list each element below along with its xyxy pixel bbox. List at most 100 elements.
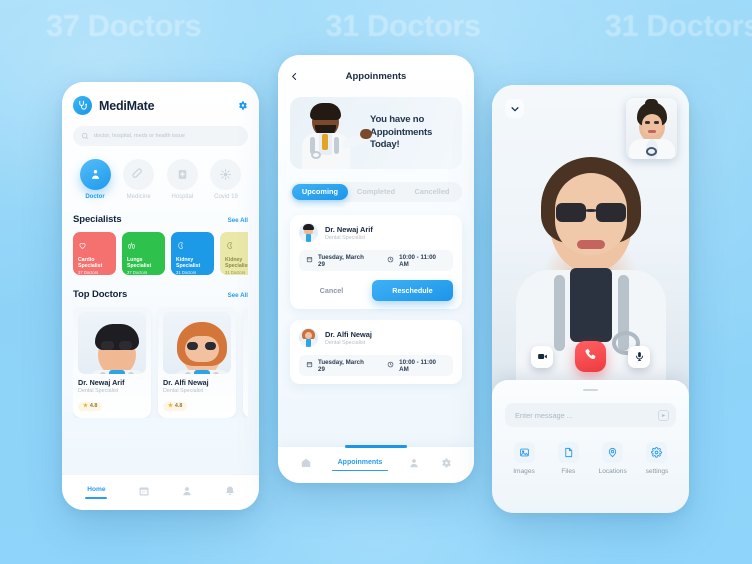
- gear-icon: [440, 456, 452, 474]
- doctor-specialty: Dental Specialist: [78, 388, 119, 394]
- rating-badge: ★ 4.8: [78, 401, 103, 411]
- kidney-icon: [176, 237, 210, 255]
- appointment-tabs: Upcoming Completed Cancelled: [290, 182, 462, 202]
- video-camera-icon[interactable]: [531, 345, 553, 368]
- gear-icon: [646, 442, 668, 463]
- specialist-card[interactable]: Cardio Specialist 37 Doctors: [73, 232, 116, 275]
- specialist-title: Lungs Specialist: [127, 257, 152, 270]
- action-label: Locations: [598, 468, 627, 475]
- doctor-card[interactable]: Dr. Newaj Arif Dental Specialist ★ 4.8: [73, 307, 151, 418]
- watermark-text-1: 37 Doctors: [46, 8, 202, 43]
- specialist-count: 31 Doctors: [176, 270, 197, 275]
- appointment-datetime: Tuesday, March 29 10:00 - 11:00 AM: [299, 250, 453, 271]
- nav-item-profile[interactable]: [408, 456, 420, 474]
- specialists-see-all[interactable]: See All: [228, 217, 248, 224]
- empty-state-banner: You have no Appointments Today!: [290, 97, 462, 169]
- tab-upcoming[interactable]: Upcoming: [292, 184, 348, 200]
- category-row: Doctor Medicine Hospital Covid 19: [73, 159, 248, 200]
- category-covid[interactable]: Covid 19: [206, 159, 246, 200]
- action-images[interactable]: Images: [507, 442, 541, 475]
- chevron-left-icon[interactable]: [290, 72, 308, 81]
- category-hospital[interactable]: Hospital: [162, 159, 202, 200]
- gear-icon[interactable]: [237, 100, 248, 111]
- nav-label: Appoinments: [337, 458, 383, 466]
- clock-icon: [387, 256, 394, 265]
- specialist-count: 31 Doctors: [225, 270, 246, 275]
- microphone-icon[interactable]: [628, 345, 650, 368]
- nav-item-appointments[interactable]: Appoinments: [332, 458, 388, 472]
- appointment-time: 10:00 - 11:00 AM: [399, 358, 436, 373]
- drag-handle[interactable]: [583, 389, 598, 391]
- active-underline: [332, 469, 388, 472]
- action-locations[interactable]: Locations: [596, 442, 630, 475]
- specialist-card[interactable]: Kidney Specialist 31 Doctors: [220, 232, 248, 275]
- app-title: MediMate: [99, 98, 155, 113]
- specialist-card[interactable]: Kidney Specialist 31 Doctors: [171, 232, 214, 275]
- action-files[interactable]: Files: [551, 442, 585, 475]
- doctor-specialty: Dental Specialist: [163, 388, 204, 394]
- rating-value: 4.8: [89, 403, 98, 409]
- appointment-specialty: Dental Specialist: [325, 234, 366, 241]
- message-input[interactable]: Enter message ...: [505, 403, 676, 427]
- cancel-button[interactable]: Cancel: [299, 280, 364, 301]
- appointment-time: 10:00 - 11:00 AM: [399, 253, 436, 268]
- nav-item-home[interactable]: Home: [85, 486, 108, 499]
- search-input[interactable]: doctor, hospital, meds or health issue: [73, 126, 248, 146]
- doctor-card[interactable]: Dr. N Dental ★ 4.8: [243, 307, 248, 418]
- specialist-card[interactable]: Lungs Specialist 37 Doctors: [122, 232, 165, 275]
- send-icon[interactable]: [658, 409, 669, 421]
- watermark-text-2: 31 Doctors: [325, 8, 481, 43]
- doctor-icon: [79, 159, 111, 190]
- quick-actions: Images Files Locations settings: [505, 442, 676, 475]
- image-icon: [513, 442, 535, 463]
- self-video-feed[interactable]: [626, 98, 677, 159]
- appointment-date: Tuesday, March 29: [318, 358, 364, 373]
- active-tab-indicator: [345, 445, 407, 448]
- nav-item-notifications[interactable]: [224, 484, 236, 502]
- specialist-count: 37 Doctors: [127, 270, 148, 275]
- home-bottom-nav: Home: [62, 474, 259, 510]
- tab-cancelled[interactable]: Cancelled: [404, 184, 460, 200]
- action-label: Images: [513, 468, 535, 475]
- nav-item-profile[interactable]: [181, 484, 193, 502]
- calendar-icon: [138, 484, 150, 502]
- location-pin-icon: [602, 442, 624, 463]
- category-medicine[interactable]: Medicine: [119, 159, 159, 200]
- calendar-icon: [306, 256, 313, 265]
- message-placeholder: Enter message ...: [515, 410, 573, 420]
- appointments-bottom-nav: Appoinments: [278, 445, 474, 483]
- avatar: [299, 328, 318, 347]
- specialists-header: Specialists See All: [73, 214, 248, 225]
- top-doctors-see-all[interactable]: See All: [228, 292, 248, 299]
- category-label: Hospital: [171, 194, 194, 200]
- bell-icon: [224, 484, 236, 502]
- calendar-icon: [306, 361, 313, 370]
- category-doctor[interactable]: Doctor: [75, 159, 115, 200]
- doctor-name: Dr. Alfi Newaj: [163, 378, 209, 387]
- reschedule-button[interactable]: Reschedule: [371, 280, 453, 301]
- avatar: [78, 312, 146, 374]
- end-call-button[interactable]: [575, 341, 606, 372]
- nav-label: Home: [87, 486, 106, 494]
- nav-item-home[interactable]: [300, 456, 312, 474]
- nav-item-settings[interactable]: [440, 456, 452, 474]
- file-icon: [557, 442, 579, 463]
- action-label: Files: [561, 468, 576, 475]
- action-settings[interactable]: settings: [640, 442, 674, 475]
- appointment-specialty: Dental Specialist: [325, 339, 366, 346]
- active-underline: [85, 497, 108, 499]
- search-icon: [81, 127, 89, 145]
- appointment-doctor-name: Dr. Newaj Arif: [325, 224, 373, 234]
- nav-item-calendar[interactable]: [138, 484, 150, 502]
- doctor-card[interactable]: Dr. Alfi Newaj Dental Specialist ★ 4.8: [158, 307, 236, 418]
- stethoscope-icon: [73, 96, 92, 115]
- appointment-card: Dr. Newaj Arif Dental Specialist Tuesday…: [290, 215, 462, 309]
- tab-completed[interactable]: Completed: [348, 184, 404, 200]
- appointments-phone-screen: Appoinments You have no Appointments Tod…: [278, 55, 474, 483]
- chevron-down-icon[interactable]: [505, 99, 524, 118]
- appointment-date: Tuesday, March 29: [318, 253, 364, 268]
- person-icon: [181, 484, 193, 502]
- category-label: Covid 19: [214, 194, 238, 200]
- chat-sheet: Enter message ... Images Files Locations…: [492, 380, 689, 513]
- home-icon: [300, 456, 312, 474]
